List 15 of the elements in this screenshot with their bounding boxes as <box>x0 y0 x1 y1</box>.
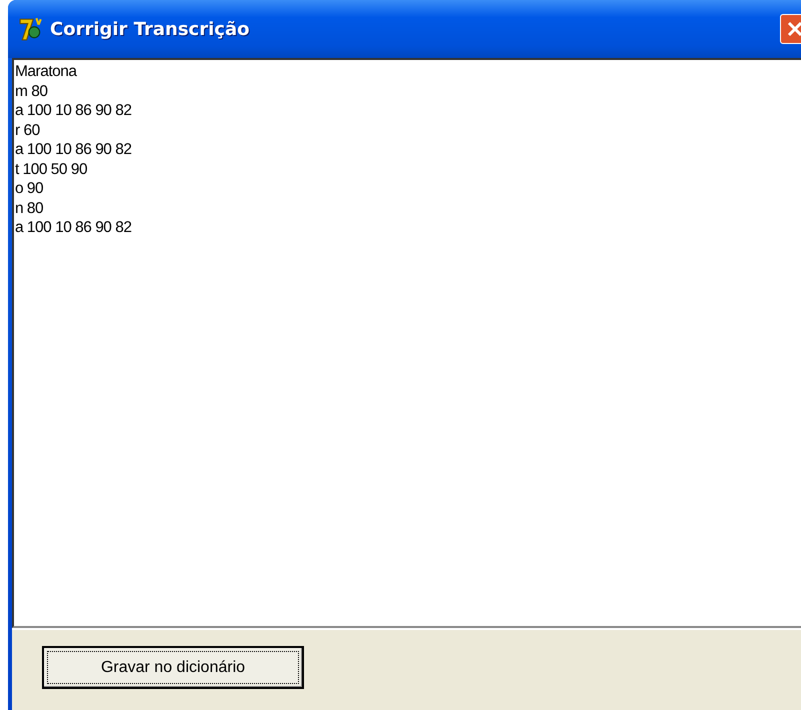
window-title: Corrigir Transcrição <box>50 18 250 40</box>
text-line: m 80 <box>15 82 48 101</box>
text-line: n 80 <box>15 198 44 218</box>
text-editor[interactable]: Maratona m 80 a 100 10 86 90 82 r 60 a 100 10 86 90 82 t 100 50 90 o 90 n 80 a 100 10 86 90 82 <box>12 58 801 628</box>
text-line: a 100 10 86 90 82 <box>15 218 132 238</box>
close-button[interactable] <box>780 14 801 44</box>
close-icon <box>785 19 801 39</box>
text-line: a 100 10 86 90 82 <box>15 140 132 160</box>
text-line: t 100 50 90 <box>15 160 88 179</box>
text-line: r 60 <box>15 120 41 140</box>
text-line: Maratona <box>15 62 78 82</box>
save-button[interactable]: Gravar no dicionário <box>42 646 304 689</box>
app-logo-icon <box>18 16 44 42</box>
text-line: o 90 <box>15 179 44 198</box>
text-line: a 100 10 86 90 82 <box>15 101 132 120</box>
